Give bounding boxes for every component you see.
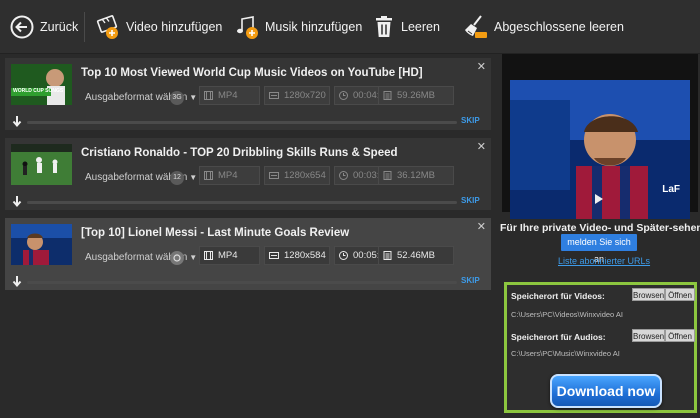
progress-bar — [27, 281, 457, 284]
remove-task-icon[interactable]: ✕ — [477, 220, 486, 233]
film-icon — [204, 251, 213, 260]
resolution-icon — [269, 92, 279, 99]
file-size-icon — [383, 91, 392, 100]
toolbar-divider — [84, 12, 85, 42]
file-size-icon — [383, 171, 392, 180]
browse-videos-button[interactable]: Browsen — [632, 288, 665, 301]
resolution-value: 1280x720 — [284, 90, 326, 101]
video-watermark: LaF — [662, 184, 680, 195]
clear-completed-label: Abgeschlossene leeren — [494, 20, 624, 34]
format-info: MP4 — [199, 166, 260, 185]
film-icon — [204, 171, 213, 180]
save-location-panel: Speicherort für Videos: Browsen Öffnen C… — [504, 282, 697, 413]
remove-task-icon[interactable]: ✕ — [477, 140, 486, 153]
audios-location-label: Speicherort für Audios: — [511, 332, 606, 342]
download-arrow-icon — [12, 276, 22, 288]
broom-icon — [465, 15, 487, 38]
back-button[interactable]: Zurück — [10, 12, 78, 42]
clear-completed-button[interactable]: Abgeschlossene leeren — [462, 12, 624, 42]
add-music-icon — [237, 16, 258, 39]
size-value: 59.26MB — [397, 90, 436, 101]
task-title: [Top 10] Lionel Messi - Last Minute Goal… — [81, 227, 350, 239]
thumb-caption: WORLD CUP SONGS — [13, 88, 64, 94]
private-list-text: Für Ihre private Video- und Später-sehen… — [500, 222, 700, 234]
resolution-icon — [269, 252, 279, 259]
videos-path: C:\Users\PC\Videos\Winxvideo AI — [511, 310, 623, 319]
resolution-info: 1280x654 — [264, 166, 330, 185]
format-info: MP4 — [199, 86, 260, 105]
size-value: 52.46MB — [397, 250, 436, 261]
size-info: 36.12MB — [378, 166, 454, 185]
signin-button[interactable]: melden Sie sich an — [561, 234, 637, 264]
subscribed-urls-link[interactable]: Liste abonnierter URLs — [558, 256, 650, 266]
back-label: Zurück — [40, 20, 79, 34]
video-thumbnail: WORLD CUP SONGS — [11, 64, 72, 105]
add-video-icon — [96, 15, 118, 39]
progress-bar — [27, 201, 457, 204]
task-item[interactable]: WORLD CUP SONGS Top 10 Most Viewed World… — [5, 58, 491, 130]
format-info: MP4 — [199, 246, 260, 265]
download-now-button[interactable]: Download now — [550, 374, 662, 408]
status-badge: 12 — [170, 171, 184, 185]
add-video-button[interactable]: Video hinzufügen — [96, 12, 222, 42]
status-badge: 3G — [170, 91, 184, 105]
resolution-icon — [269, 172, 279, 179]
task-title: Cristiano Ronaldo - TOP 20 Dribbling Ski… — [81, 147, 398, 159]
add-music-label: Musik hinzufügen — [265, 20, 363, 34]
skip-button[interactable]: SKIP — [461, 116, 480, 125]
task-title: Top 10 Most Viewed World Cup Music Video… — [81, 67, 423, 79]
resolution-info: 1280x584 — [264, 246, 330, 265]
clock-icon — [339, 171, 348, 180]
format-value: MP4 — [218, 170, 238, 181]
clock-icon — [339, 251, 348, 260]
browse-audios-button[interactable]: Browsen — [632, 329, 665, 342]
task-item[interactable]: [Top 10] Lionel Messi - Last Minute Goal… — [5, 218, 491, 290]
resolution-info: 1280x720 — [264, 86, 330, 105]
open-videos-button[interactable]: Öffnen — [665, 288, 695, 301]
size-value: 36.12MB — [397, 170, 436, 181]
progress-bar — [27, 121, 457, 124]
toolbar: Zurück Video hinzufügen Musik hinzufügen… — [0, 0, 700, 54]
skip-button[interactable]: SKIP — [461, 276, 480, 285]
download-arrow-icon — [12, 196, 22, 208]
film-icon — [204, 91, 213, 100]
clock-icon — [339, 91, 348, 100]
size-info: 52.46MB — [378, 246, 454, 265]
task-item[interactable]: Cristiano Ronaldo - TOP 20 Dribbling Ski… — [5, 138, 491, 210]
play-icon[interactable] — [594, 193, 604, 205]
clear-button[interactable]: Leeren — [373, 12, 440, 42]
status-badge — [170, 251, 184, 265]
format-value: MP4 — [218, 250, 238, 261]
video-thumbnail — [11, 144, 72, 185]
video-thumbnail — [11, 224, 72, 265]
size-info: 59.26MB — [378, 86, 454, 105]
resolution-value: 1280x654 — [284, 170, 326, 181]
back-arrow-icon — [10, 15, 34, 39]
open-audios-button[interactable]: Öffnen — [665, 329, 695, 342]
file-size-icon — [383, 251, 392, 260]
trash-icon — [376, 16, 392, 37]
download-arrow-icon — [12, 116, 22, 128]
videos-location-label: Speicherort für Videos: — [511, 291, 605, 301]
skip-button[interactable]: SKIP — [461, 196, 480, 205]
video-preview: LaF — [502, 54, 698, 219]
remove-task-icon[interactable]: ✕ — [477, 60, 486, 73]
add-music-button[interactable]: Musik hinzufügen — [235, 12, 362, 42]
resolution-value: 1280x584 — [284, 250, 326, 261]
audios-path: C:\Users\PC\Music\Winxvideo AI — [511, 349, 620, 358]
add-video-label: Video hinzufügen — [126, 20, 223, 34]
settings-icon — [173, 254, 181, 262]
format-value: MP4 — [218, 90, 238, 101]
clear-label: Leeren — [401, 20, 440, 34]
